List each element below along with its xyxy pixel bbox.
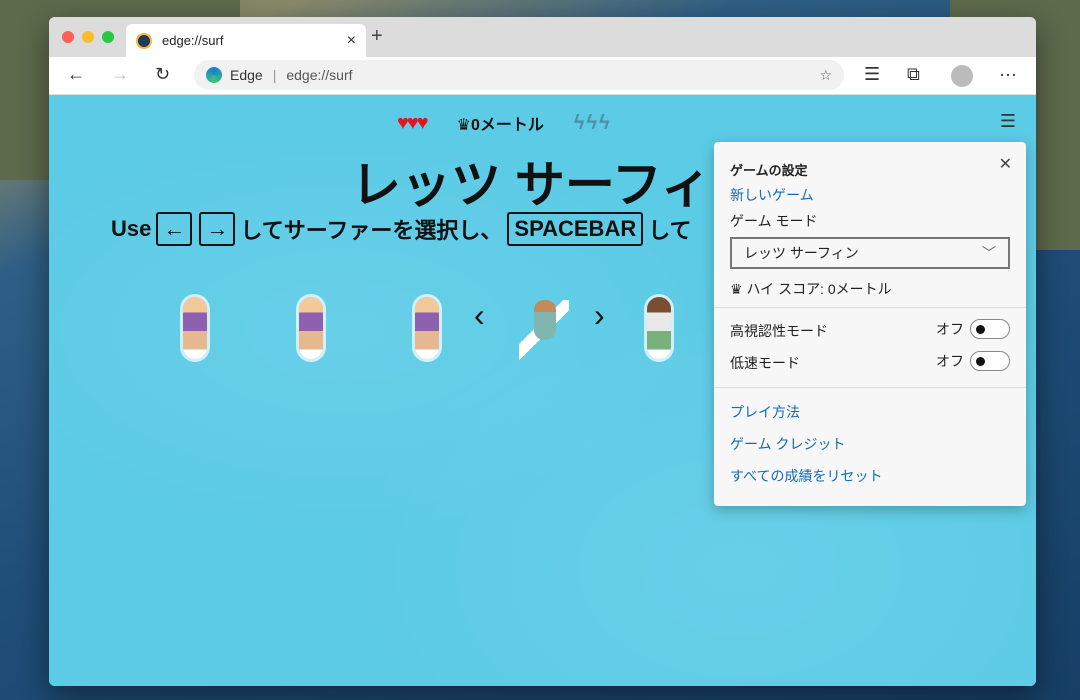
spacebar-key: SPACEBAR [507, 212, 644, 246]
divider: | [272, 67, 277, 83]
tab-surf[interactable]: edge://surf × [126, 24, 366, 57]
tab-title: edge://surf [162, 33, 224, 48]
high-score-value: ハイ スコア: 0メートル [746, 281, 892, 297]
close-window-button[interactable] [62, 31, 74, 43]
toggle-state: オフ [936, 353, 964, 369]
divider [714, 387, 1026, 388]
address-url: edge://surf [286, 67, 353, 83]
divider [714, 307, 1026, 308]
address-bar[interactable]: Edge | edge://surf ☆ [194, 60, 844, 90]
slow-mode-label: 低速モード [730, 355, 800, 371]
hearts-icon: ♥♥♥ [397, 111, 429, 134]
game-title: レッツ サーフィン [351, 157, 761, 213]
surfer-option[interactable] [415, 297, 439, 359]
zoom-window-button[interactable] [102, 31, 114, 43]
edge-icon [206, 67, 222, 83]
high-contrast-label: 高視認性モード [730, 323, 828, 339]
toolbar: ← → ↻ Edge | edge://surf ☆ ☰ ⧉ ··· [49, 57, 1036, 95]
surfer-option[interactable] [299, 297, 323, 359]
settings-panel: ✕ ゲームの設定 新しいゲーム ゲーム モード レッツ サーフィン ﹀ ♛ ハイ… [714, 142, 1026, 506]
high-score: ♛ ハイ スコア: 0メートル [730, 279, 892, 299]
slow-mode-toggle[interactable]: オフ [936, 351, 1010, 371]
game-area[interactable]: ♥♥♥ ♛0メートル ϟϟϟ ☰ レッツ サーフィン Use ← → してサーフ… [49, 95, 1036, 686]
credits-link[interactable]: ゲーム クレジット [730, 434, 845, 454]
next-surfer-icon[interactable]: › [594, 297, 605, 334]
settings-header: ゲームの設定 [730, 163, 808, 178]
score-value: 0メートル [470, 117, 544, 134]
close-tab-icon[interactable]: × [347, 32, 356, 50]
right-key: → [199, 212, 236, 246]
menu-icon[interactable]: ☰ [1000, 111, 1016, 132]
close-icon[interactable]: ✕ [999, 154, 1012, 174]
left-key: ← [156, 212, 193, 246]
switch[interactable] [970, 351, 1010, 371]
instructions: Use ← → してサーファーを選択し、 SPACEBAR して [111, 212, 692, 246]
selected-surfer[interactable] [534, 300, 556, 340]
how-to-play-link[interactable]: プレイ方法 [730, 402, 800, 422]
browser-window: edge://surf × + ← → ↻ Edge | edge://surf… [49, 17, 1036, 686]
new-tab-button[interactable]: + [371, 25, 383, 48]
new-game-link[interactable]: 新しいゲーム [730, 185, 814, 205]
surfer-option[interactable] [647, 297, 671, 359]
refresh-icon[interactable]: ↻ [155, 64, 170, 85]
collections-icon[interactable]: ⧉ [907, 64, 920, 85]
instr-use: Use [111, 216, 152, 241]
high-contrast-toggle[interactable]: オフ [936, 319, 1010, 339]
more-icon[interactable]: ··· [999, 64, 1017, 85]
minimize-window-button[interactable] [82, 31, 94, 43]
surf-favicon-icon [136, 32, 152, 49]
reset-link[interactable]: すべての成績をリセット [730, 466, 882, 486]
mode-value: レッツ サーフィン [744, 245, 859, 261]
tab-bar: edge://surf × + [49, 17, 1036, 57]
mode-select[interactable]: レッツ サーフィン ﹀ [730, 237, 1010, 269]
forward-icon[interactable]: → [111, 64, 129, 85]
mode-label: ゲーム モード [730, 213, 818, 229]
favorites-icon[interactable]: ☰ [864, 64, 880, 85]
favorite-star-icon[interactable]: ☆ [819, 67, 832, 84]
score: ♛0メートル [457, 111, 544, 135]
instr-end: して [648, 218, 692, 243]
back-icon[interactable]: ← [67, 64, 85, 85]
crown-icon: ♛ [730, 281, 747, 297]
toggle-state: オフ [936, 321, 964, 337]
surfer-option[interactable] [183, 297, 207, 359]
profile-avatar[interactable] [951, 65, 973, 87]
previous-surfer-icon[interactable]: ‹ [474, 297, 485, 334]
crown-icon: ♛ [456, 117, 471, 134]
chevron-down-icon: ﹀ [982, 245, 996, 261]
address-site: Edge [230, 67, 263, 83]
lightning-icon: ϟϟϟ [573, 111, 612, 134]
hud: ♥♥♥ ♛0メートル ϟϟϟ [397, 111, 612, 135]
instr-mid: してサーファーを選択し、 [240, 218, 503, 243]
switch[interactable] [970, 319, 1010, 339]
